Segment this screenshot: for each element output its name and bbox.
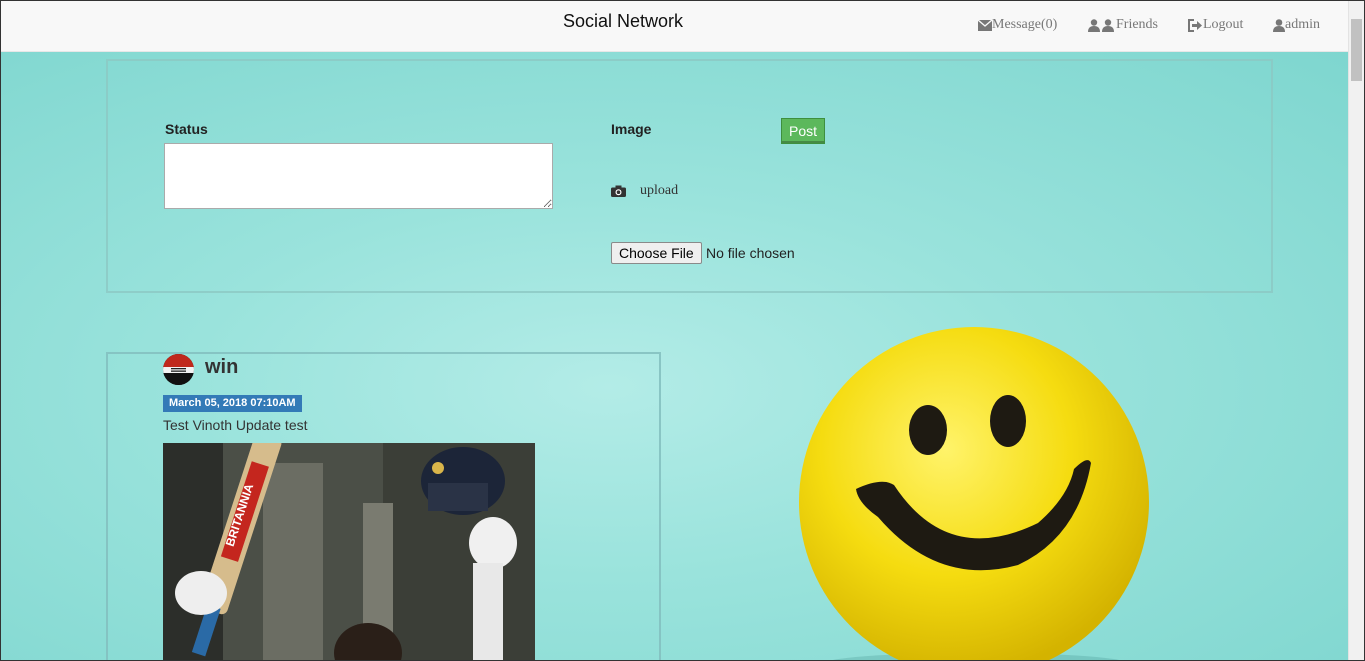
nav-logout[interactable]: Logout (1188, 17, 1243, 33)
nav-friends[interactable]: Friends (1088, 17, 1158, 33)
nav-friends-label: Friends (1116, 17, 1158, 32)
brand-title[interactable]: Social Network (563, 11, 683, 32)
choose-file-button[interactable]: Choose File (611, 242, 702, 264)
camera-icon (611, 185, 626, 197)
upload-label: upload (640, 183, 679, 198)
smiley-ball-image (799, 327, 1149, 660)
status-label: Status (165, 121, 208, 137)
post-text: Test Vinoth Update test (163, 417, 308, 433)
post-username[interactable]: win (205, 356, 238, 379)
nav-admin[interactable]: admin (1273, 17, 1320, 33)
post-image: BRITANNIA (163, 443, 535, 660)
nav-admin-label: admin (1285, 17, 1320, 32)
user-icon (1273, 18, 1285, 32)
image-label: Image (611, 121, 652, 137)
status-textarea[interactable] (164, 143, 553, 209)
nav-logout-label: Logout (1203, 17, 1244, 32)
upload-link[interactable]: upload (611, 183, 678, 199)
post-button[interactable]: Post (781, 118, 825, 144)
nav-messages-label: Message(0) (992, 17, 1058, 32)
browser-viewport: Social Network Message(0) Friends Logout… (0, 0, 1365, 661)
logout-icon (1188, 18, 1202, 32)
vertical-scrollbar[interactable] (1348, 1, 1364, 660)
file-status-text: No file chosen (706, 245, 795, 261)
users-icon (1088, 18, 1114, 32)
nav-messages[interactable]: Message(0) (978, 17, 1057, 33)
post-date-badge: March 05, 2018 07:10AM (163, 395, 302, 412)
scrollbar-thumb[interactable] (1351, 19, 1362, 81)
envelope-icon (978, 19, 992, 31)
top-navbar: Social Network Message(0) Friends Logout… (1, 1, 1350, 52)
avatar[interactable] (163, 354, 194, 385)
